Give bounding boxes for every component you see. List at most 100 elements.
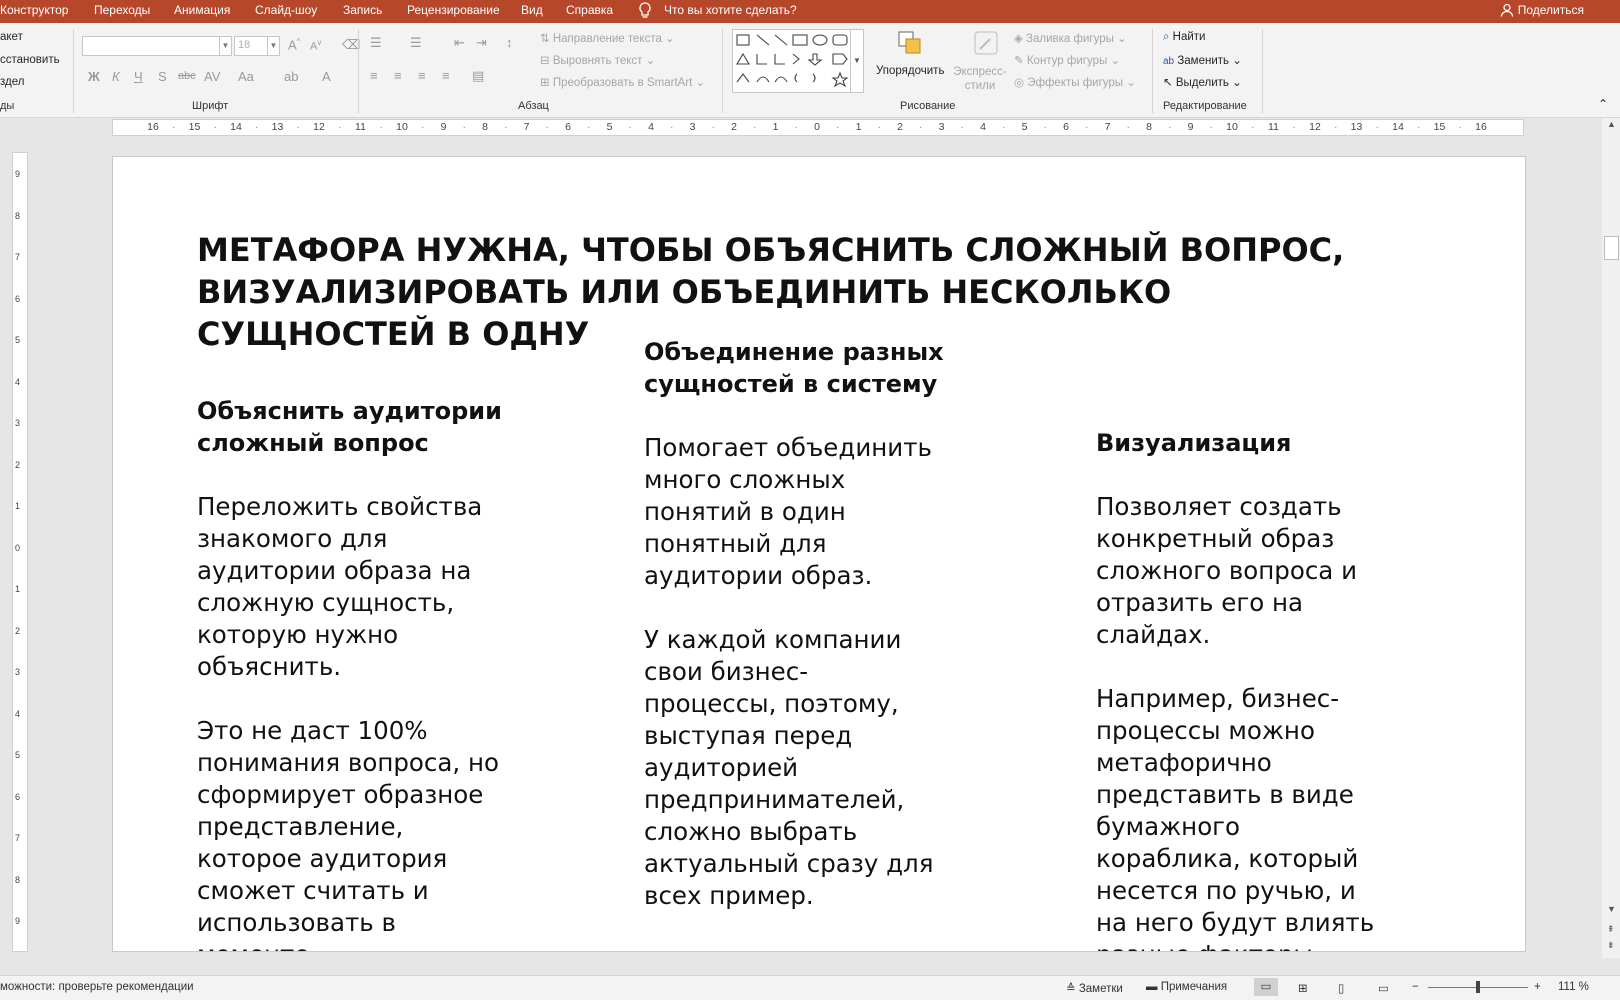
grow-font-icon[interactable]: A^: [288, 37, 300, 52]
ruler-tick-label: 1: [15, 501, 21, 511]
select-button[interactable]: ↖ Выделить ⌄: [1163, 75, 1242, 89]
tab-record[interactable]: Запись: [343, 3, 382, 17]
quick-styles-icon[interactable]: [972, 29, 1002, 62]
ruler-tick-label: 2: [731, 121, 737, 133]
accessibility-status[interactable]: можности: проверьте рекомендации: [0, 981, 194, 993]
lightbulb-icon: [638, 1, 652, 22]
column-heading: Объяснить аудитории сложный вопрос: [197, 397, 502, 457]
arrange-icon[interactable]: [896, 29, 926, 62]
reading-view-icon[interactable]: ▯: [1338, 981, 1344, 995]
zoom-in-icon[interactable]: +: [1534, 981, 1541, 993]
replace-button[interactable]: ab Заменить ⌄: [1163, 53, 1242, 67]
tab-design[interactable]: Конструктор: [0, 3, 68, 17]
slideshow-view-icon[interactable]: ▭: [1378, 981, 1389, 995]
column-paragraph: Позволяет создать конкретный образ сложн…: [1096, 492, 1358, 649]
column-visualize[interactable]: Визуализация Позволяет создать конкретны…: [1096, 427, 1456, 951]
section-button[interactable]: здел: [0, 76, 24, 88]
scroll-up-icon[interactable]: ▲: [1607, 119, 1616, 129]
ruler-tick: ·: [1002, 121, 1006, 133]
column-paragraph: Переложить свойства знакомого для аудито…: [197, 492, 483, 681]
scroll-thumb[interactable]: [1604, 236, 1619, 260]
quick-styles-button[interactable]: Экспресс-стили: [950, 65, 1010, 93]
decrease-indent-icon[interactable]: ⇤: [454, 35, 465, 51]
comments-button[interactable]: ▬ Примечания: [1146, 981, 1227, 993]
tab-view[interactable]: Вид: [521, 3, 543, 17]
font-size-combo[interactable]: 18 ▼: [234, 36, 280, 56]
ruler-tick: ·: [172, 121, 176, 133]
underline-icon[interactable]: Ч: [134, 69, 143, 84]
normal-view-icon[interactable]: ▭: [1254, 978, 1278, 996]
ruler-tick: ·: [213, 121, 218, 133]
menu-bar: Конструктор Переходы Анимация Слайд-шоу …: [0, 0, 1620, 23]
ruler-tick-label: 3: [938, 121, 945, 133]
ruler-tick: ·: [1417, 121, 1421, 133]
collapse-ribbon-icon[interactable]: ⌃: [1598, 97, 1608, 111]
shape-outline-button[interactable]: ✎ Контур фигуры ⌄: [1014, 53, 1120, 67]
chevron-down-icon[interactable]: ▼: [850, 30, 863, 92]
ruler-tick-label: 2: [15, 625, 21, 636]
justify-icon[interactable]: ≡: [442, 68, 450, 83]
numbering-icon[interactable]: ☰: [410, 35, 422, 51]
tab-animations[interactable]: Анимация: [174, 3, 230, 17]
tab-review[interactable]: Рецензирование: [407, 3, 500, 17]
italic-icon[interactable]: К: [112, 69, 120, 84]
zoom-out-icon[interactable]: −: [1412, 981, 1419, 993]
convert-smartart-button[interactable]: ⊞ Преобразовать в SmartArt ⌄: [540, 75, 705, 89]
ruler-tick-label: 15: [1433, 121, 1446, 133]
ruler-tick-label: 6: [15, 293, 21, 304]
char-spacing-icon[interactable]: AV: [204, 69, 220, 84]
shadow-icon[interactable]: S: [158, 69, 167, 84]
column-explain[interactable]: Объяснить аудитории сложный вопрос Перел…: [197, 395, 557, 951]
ruler-tick-label: 10: [1226, 121, 1238, 133]
slide-canvas[interactable]: МЕТАФОРА НУЖНА, ЧТОБЫ ОБЪЯСНИТЬ СЛОЖНЫЙ …: [112, 156, 1526, 952]
columns-icon[interactable]: ▤: [472, 68, 484, 84]
line-spacing-icon[interactable]: ↕: [506, 35, 513, 50]
column-unify[interactable]: Объединение разных сущностей в систему П…: [644, 336, 1004, 912]
ruler-tick-label: 9: [15, 916, 21, 926]
shapes-gallery[interactable]: ▼: [732, 29, 864, 93]
font-name-combo[interactable]: ▼: [82, 36, 232, 56]
change-case-icon[interactable]: Aa: [238, 69, 254, 84]
ruler-tick-label: 4: [980, 121, 986, 133]
highlight-icon[interactable]: ab: [284, 69, 298, 84]
tab-slideshow[interactable]: Слайд-шоу: [255, 3, 317, 17]
tell-me-search[interactable]: Что вы хотите сделать?: [664, 3, 797, 17]
vertical-scrollbar[interactable]: ▲ ▼ ⇞ ⇟: [1602, 118, 1620, 958]
ruler-tick-label: 7: [15, 252, 21, 262]
next-slide-icon[interactable]: ⇟: [1607, 940, 1615, 951]
align-right-icon[interactable]: ≡: [418, 68, 426, 83]
arrange-button[interactable]: Упорядочить: [876, 65, 944, 77]
bold-icon[interactable]: Ж: [88, 69, 100, 84]
zoom-level[interactable]: 111 %: [1558, 981, 1589, 993]
share-button[interactable]: Поделиться: [1500, 3, 1584, 20]
align-text-button[interactable]: ⊟ Выровнять текст ⌄: [540, 53, 655, 67]
ruler-tick-label: 8: [15, 210, 21, 221]
find-button[interactable]: ⌕ Найти: [1163, 31, 1205, 44]
increase-indent-icon[interactable]: ⇥: [476, 35, 487, 51]
layout-button[interactable]: акет: [0, 31, 23, 43]
chevron-down-icon[interactable]: ▼: [267, 37, 279, 55]
slide-sorter-icon[interactable]: ⊞: [1298, 981, 1308, 995]
font-color-icon[interactable]: A: [322, 69, 331, 84]
reset-button[interactable]: сстановить: [0, 54, 60, 66]
shape-fill-button[interactable]: ◈ Заливка фигуры ⌄: [1014, 31, 1127, 45]
shape-effects-button[interactable]: ◎ Эффекты фигуры ⌄: [1014, 75, 1136, 89]
ruler-tick: ·: [1085, 121, 1089, 133]
tab-transitions[interactable]: Переходы: [94, 3, 150, 17]
align-center-icon[interactable]: ≡: [394, 68, 402, 83]
strikethrough-icon[interactable]: abc: [178, 70, 196, 82]
notes-button[interactable]: ≙ Заметки: [1066, 981, 1123, 995]
tab-help[interactable]: Справка: [566, 3, 613, 17]
scroll-down-icon[interactable]: ▼: [1607, 904, 1616, 914]
bullets-icon[interactable]: ☰: [370, 35, 382, 51]
zoom-slider[interactable]: [1428, 981, 1528, 993]
zoom-slider-thumb[interactable]: [1476, 981, 1480, 993]
align-left-icon[interactable]: ≡: [370, 68, 378, 83]
shrink-font-icon[interactable]: Av: [310, 38, 321, 53]
prev-slide-icon[interactable]: ⇞: [1607, 924, 1615, 935]
text-direction-button[interactable]: ⇅ Направление текста ⌄: [540, 31, 675, 45]
chevron-down-icon[interactable]: ▼: [219, 37, 231, 55]
ruler-tick-label: 2: [897, 121, 903, 133]
ruler-tick: ·: [753, 121, 757, 133]
replace-icon: ab: [1163, 56, 1175, 67]
